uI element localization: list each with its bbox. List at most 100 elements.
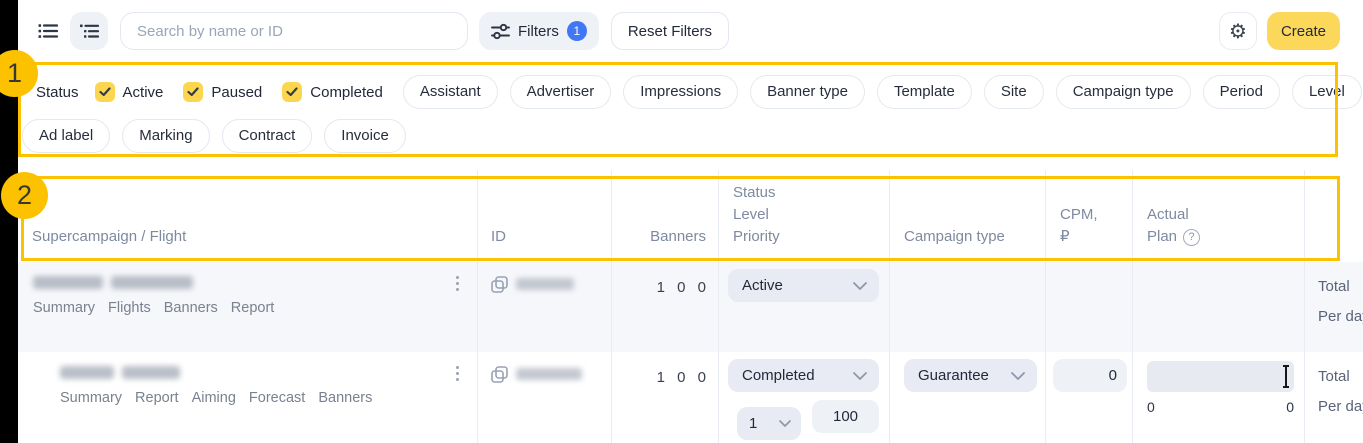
filter-chip-invoice[interactable]: Invoice	[324, 119, 406, 153]
link-summary[interactable]: Summary	[33, 300, 95, 316]
id-cell	[478, 262, 612, 352]
filter-chip-ad-label[interactable]: Ad label	[22, 119, 110, 153]
campaign-quick-links: Summary Flights Banners Report	[33, 300, 477, 316]
status-dropdown[interactable]: Active	[728, 269, 879, 302]
filter-chip-impressions[interactable]: Impressions	[623, 75, 738, 109]
copy-icon[interactable]	[491, 366, 508, 383]
totals-cell: Total Per day	[1305, 262, 1363, 352]
status-option-label: Completed	[310, 84, 383, 101]
header-actual-plan: Actual Plan ?	[1133, 170, 1305, 262]
status-filter-label: Status	[36, 84, 79, 101]
status-option-label: Paused	[211, 84, 262, 101]
filter-row-1: Status Active Paused Completed Assistant…	[22, 72, 1340, 112]
redacted-campaign-name[interactable]	[33, 276, 477, 289]
cpm-cell	[1046, 262, 1133, 352]
filter-chip-site[interactable]: Site	[984, 75, 1044, 109]
banners-cell: 1 0 0	[612, 352, 719, 443]
status-checkbox-completed[interactable]: Completed	[282, 82, 383, 102]
tree-view-toggle-button[interactable]	[70, 12, 108, 50]
search-input[interactable]	[120, 12, 468, 50]
link-summary[interactable]: Summary	[60, 390, 122, 406]
plan-help-icon[interactable]: ?	[1183, 229, 1200, 246]
checkbox-checked-icon	[282, 82, 302, 102]
header-supercampaign-flight: Supercampaign / Flight	[18, 170, 478, 262]
per-day-label: Per day	[1318, 398, 1363, 415]
table-row: Summary Report Aiming Forecast Banners 1…	[18, 352, 1363, 443]
status-checkbox-active[interactable]: Active	[95, 82, 164, 102]
filter-chip-level[interactable]: Level	[1292, 75, 1362, 109]
table-header-row: Supercampaign / Flight ID Banners Status…	[18, 170, 1363, 262]
sliders-icon	[491, 23, 510, 40]
header-cpm: CPM, ₽	[1046, 170, 1133, 262]
campaign-type-cell: Guarantee	[890, 352, 1046, 443]
filters-button[interactable]: Filters 1	[479, 12, 599, 50]
link-banners[interactable]: Banners	[164, 300, 218, 316]
header-totals-column	[1305, 170, 1363, 262]
totals-cell: Total Per day	[1305, 352, 1363, 443]
reset-filters-button[interactable]: Reset Filters	[611, 12, 729, 50]
link-aiming[interactable]: Aiming	[192, 390, 236, 406]
chevron-down-icon	[853, 282, 867, 290]
link-report[interactable]: Report	[135, 390, 179, 406]
campaign-type-cell	[890, 262, 1046, 352]
create-button-label: Create	[1281, 23, 1326, 40]
priority-input[interactable]: 100	[812, 400, 879, 433]
header-campaign-type: Campaign type	[890, 170, 1046, 262]
checkbox-checked-icon	[95, 82, 115, 102]
link-report[interactable]: Report	[231, 300, 275, 316]
table-row: Summary Flights Banners Report 1 0 0 A	[18, 262, 1363, 352]
filter-chip-assistant[interactable]: Assistant	[403, 75, 498, 109]
header-banners: Banners	[612, 170, 719, 262]
flight-quick-links: Summary Report Aiming Forecast Banners	[60, 390, 477, 406]
toolbar: Filters 1 Reset Filters ⚙ Create	[18, 0, 1363, 62]
filter-chip-contract[interactable]: Contract	[222, 119, 313, 153]
filter-chip-marking[interactable]: Marking	[122, 119, 209, 153]
row-menu-icon[interactable]	[456, 366, 459, 381]
list-view-icon[interactable]	[38, 22, 60, 40]
checkbox-checked-icon	[183, 82, 203, 102]
status-checkbox-paused[interactable]: Paused	[183, 82, 262, 102]
actual-plan-cell	[1133, 262, 1305, 352]
header-id: ID	[478, 170, 612, 262]
header-status-level-priority: Status Level Priority	[719, 170, 890, 262]
filter-chip-banner-type[interactable]: Banner type	[750, 75, 865, 109]
cpm-cell: 0	[1046, 352, 1133, 443]
filter-panel: Status Active Paused Completed Assistant…	[18, 62, 1340, 158]
gear-icon: ⚙	[1229, 19, 1247, 44]
per-day-label: Per day	[1318, 308, 1363, 325]
tree-list-icon	[79, 23, 99, 39]
plan-input[interactable]	[1147, 361, 1294, 392]
filter-chip-period[interactable]: Period	[1203, 75, 1280, 109]
screen-left-edge	[0, 0, 18, 443]
campaign-name-cell: Summary Flights Banners Report	[18, 262, 478, 352]
filter-chip-campaign-type[interactable]: Campaign type	[1056, 75, 1191, 109]
status-option-label: Active	[123, 84, 164, 101]
link-flights[interactable]: Flights	[108, 300, 151, 316]
filters-button-label: Filters	[518, 23, 559, 40]
filters-count-badge: 1	[567, 21, 587, 41]
status-dropdown[interactable]: Completed	[728, 359, 879, 392]
campaign-type-dropdown[interactable]: Guarantee	[904, 359, 1037, 392]
actual-plan-cell: 0 0	[1133, 352, 1305, 443]
redacted-id	[516, 278, 574, 290]
status-cell: Active	[719, 262, 890, 352]
link-banners[interactable]: Banners	[318, 390, 372, 406]
redacted-id	[516, 368, 582, 380]
create-button[interactable]: Create	[1267, 12, 1340, 50]
status-cell: Completed 1 100	[719, 352, 890, 443]
level-dropdown[interactable]: 1	[737, 407, 801, 440]
row-menu-icon[interactable]	[456, 276, 459, 291]
link-forecast[interactable]: Forecast	[249, 390, 305, 406]
copy-icon[interactable]	[491, 276, 508, 293]
filter-chip-template[interactable]: Template	[877, 75, 972, 109]
redacted-flight-name[interactable]	[60, 366, 477, 379]
settings-button[interactable]: ⚙	[1219, 12, 1257, 50]
cpm-input[interactable]: 0	[1053, 359, 1127, 392]
plan-range-min: 0	[1147, 399, 1155, 415]
flight-name-cell: Summary Report Aiming Forecast Banners	[18, 352, 478, 443]
reset-filters-label: Reset Filters	[628, 23, 712, 40]
filter-chip-advertiser[interactable]: Advertiser	[510, 75, 612, 109]
plan-range-labels: 0 0	[1147, 399, 1294, 415]
campaigns-table: Supercampaign / Flight ID Banners Status…	[18, 170, 1363, 443]
total-label: Total	[1318, 278, 1363, 295]
